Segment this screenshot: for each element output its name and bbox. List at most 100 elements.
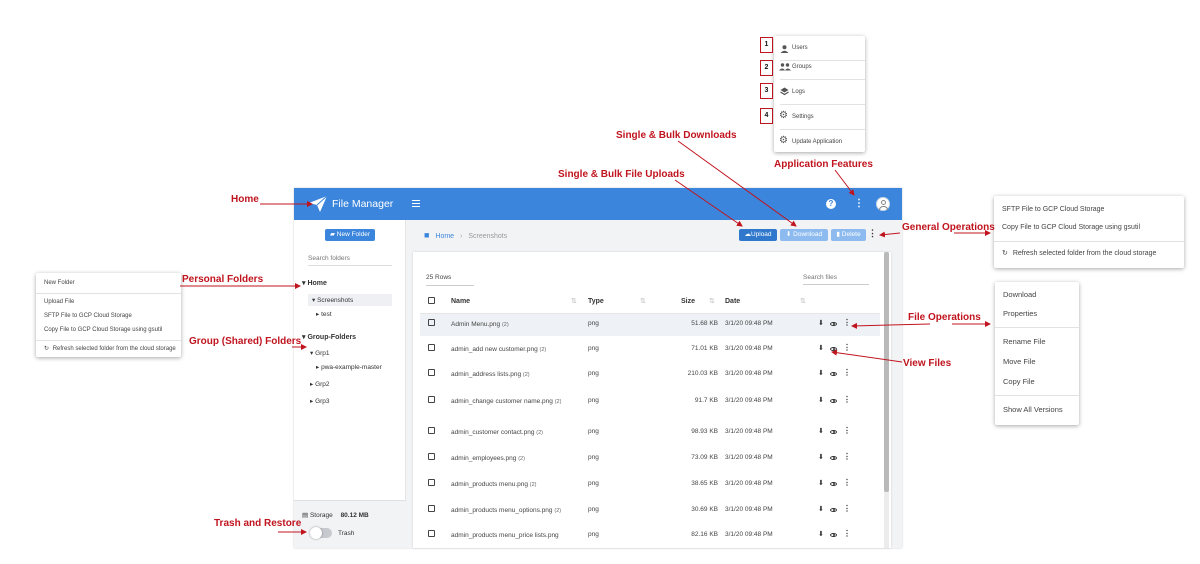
sort-icon[interactable]: ⇅: [571, 297, 577, 305]
file-name[interactable]: admin_products menu.png (2): [451, 480, 576, 490]
table-row[interactable]: admin_employees.png (2) png 73.09 KB 3/1/20…: [420, 448, 880, 470]
tree-grp3[interactable]: ▸ Grp3: [310, 397, 330, 405]
file-menu-icon[interactable]: ⋮: [843, 343, 851, 352]
eye-icon[interactable]: [830, 482, 837, 486]
menu-item-copy-gsutil[interactable]: Copy File to GCP Cloud Storage using gsu…: [36, 322, 170, 338]
delete-button[interactable]: ▮ Delete: [831, 229, 866, 241]
eye-icon[interactable]: [830, 508, 837, 512]
row-checkbox[interactable]: [428, 505, 435, 512]
eye-icon[interactable]: [830, 430, 837, 434]
file-name[interactable]: admin_customer contact.png (2): [451, 428, 576, 438]
download-icon[interactable]: ⬇: [818, 396, 824, 404]
file-name[interactable]: admin_products menu_price lists.png: [451, 531, 576, 541]
download-icon[interactable]: ⬇: [818, 369, 824, 377]
table-row[interactable]: admin_change customer name.png (2) png 91.…: [420, 391, 880, 420]
row-checkbox[interactable]: [428, 396, 435, 403]
scrollbar[interactable]: [884, 252, 889, 548]
menu-item-download[interactable]: Download: [995, 287, 1044, 303]
general-operations-menu-icon[interactable]: ⋮: [868, 228, 877, 239]
table-row[interactable]: admin_products menu.png (2) png 38.65 KB 3/…: [420, 474, 880, 496]
tree-grp2[interactable]: ▸ Grp2: [310, 380, 330, 388]
eye-icon[interactable]: [830, 372, 837, 376]
select-all-checkbox[interactable]: [428, 297, 435, 304]
row-checkbox[interactable]: [428, 453, 435, 460]
download-icon[interactable]: ⬇: [818, 530, 824, 538]
menu-item-logs[interactable]: Logs: [774, 84, 865, 102]
menu-item-sftp[interactable]: SFTP File to GCP Cloud Storage: [994, 202, 1112, 218]
file-menu-icon[interactable]: ⋮: [843, 452, 851, 461]
eye-icon[interactable]: [830, 399, 837, 403]
file-menu-icon[interactable]: ⋮: [843, 478, 851, 487]
menu-item-copy-file[interactable]: Copy File: [995, 374, 1043, 390]
column-date[interactable]: Date: [725, 298, 740, 305]
tree-home[interactable]: ▾ Home: [302, 279, 327, 287]
download-icon[interactable]: ⬇: [818, 505, 824, 513]
app-features-menu-icon[interactable]: ⋮: [854, 197, 864, 211]
file-name[interactable]: admin_address lists.png (2): [451, 370, 576, 380]
file-name[interactable]: Admin Menu.png (2): [451, 320, 576, 330]
download-icon[interactable]: ⬇: [818, 427, 824, 435]
file-menu-icon[interactable]: ⋮: [843, 368, 851, 377]
row-checkbox[interactable]: [428, 344, 435, 351]
file-menu-icon[interactable]: ⋮: [843, 426, 851, 435]
eye-icon[interactable]: [830, 456, 837, 460]
row-checkbox[interactable]: [428, 479, 435, 486]
file-menu-icon[interactable]: ⋮: [843, 395, 851, 404]
download-icon[interactable]: ⬇: [818, 344, 824, 352]
tree-grp1[interactable]: ▾ Grp1: [310, 349, 330, 357]
table-row[interactable]: admin_products menu_options.png (2) png 30…: [420, 500, 880, 522]
breadcrumb-home[interactable]: Home: [435, 233, 454, 240]
menu-item-copy-gsutil[interactable]: Copy File to GCP Cloud Storage using gsu…: [994, 220, 1148, 236]
menu-item-properties[interactable]: Properties: [995, 306, 1045, 322]
file-name[interactable]: admin_employees.png (2): [451, 454, 576, 464]
download-icon[interactable]: ⬇: [818, 453, 824, 461]
file-menu-icon[interactable]: ⋮: [843, 529, 851, 538]
menu-item-refresh[interactable]: ↻ Refresh selected folder from the cloud…: [36, 341, 176, 357]
eye-icon[interactable]: [830, 533, 837, 537]
help-icon[interactable]: ?: [826, 199, 836, 209]
file-name[interactable]: admin_products menu_options.png (2): [451, 506, 576, 516]
sort-icon[interactable]: ⇅: [709, 297, 715, 305]
menu-item-settings[interactable]: ⚙ Settings: [774, 109, 865, 127]
tree-pwa-example-master[interactable]: ▸ pwa-example-master: [316, 363, 382, 371]
row-checkbox[interactable]: [428, 319, 435, 326]
menu-item-rename-file[interactable]: Rename File: [995, 334, 1054, 350]
hamburger-menu-icon[interactable]: [412, 200, 420, 207]
row-checkbox[interactable]: [428, 530, 435, 537]
tree-screenshots[interactable]: ▾ Screenshots: [312, 296, 353, 304]
menu-item-users[interactable]: Users: [774, 40, 865, 58]
table-row[interactable]: admin_address lists.png (2) png 210.03 KB 3…: [420, 364, 880, 386]
download-button[interactable]: ⬇ Download: [780, 229, 828, 241]
file-menu-icon[interactable]: ⋮: [843, 504, 851, 513]
menu-item-groups[interactable]: Groups: [774, 59, 865, 77]
file-name[interactable]: admin_change customer name.png (2): [451, 397, 576, 407]
column-type[interactable]: Type: [588, 298, 604, 305]
tree-test[interactable]: ▸ test: [316, 310, 332, 318]
menu-item-update-application[interactable]: ⚙ Update Application: [774, 134, 865, 152]
table-row[interactable]: Admin Menu.png (2) png 51.68 KB 3/1/20 09:4…: [420, 314, 880, 336]
menu-item-new-folder[interactable]: New Folder: [36, 275, 83, 291]
tree-group-folders[interactable]: ▾ Group-Folders: [302, 333, 356, 341]
eye-icon[interactable]: [830, 347, 837, 351]
menu-item-refresh[interactable]: ↻ Refresh selected folder from the cloud…: [994, 246, 1156, 262]
menu-item-show-all-versions[interactable]: Show All Versions: [995, 402, 1071, 418]
column-name[interactable]: Name: [451, 298, 470, 305]
menu-item-move-file[interactable]: Move File: [995, 354, 1044, 370]
download-icon[interactable]: ⬇: [818, 479, 824, 487]
table-row[interactable]: admin_products menu_price lists.png png 8…: [420, 525, 880, 547]
file-name[interactable]: admin_add new customer.png (2): [451, 345, 576, 355]
table-row[interactable]: admin_customer contact.png (2) png 98.93 K…: [420, 422, 880, 444]
eye-icon[interactable]: [830, 322, 837, 326]
upload-button[interactable]: ☁Upload: [739, 229, 777, 241]
table-row[interactable]: admin_add new customer.png (2) png 71.01 K…: [420, 339, 880, 361]
sort-icon[interactable]: ⇅: [800, 297, 806, 305]
download-icon[interactable]: ⬇: [818, 319, 824, 327]
new-folder-button[interactable]: ▰ New Folder: [325, 229, 375, 241]
row-checkbox[interactable]: [428, 427, 435, 434]
row-checkbox[interactable]: [428, 369, 435, 376]
trash-toggle[interactable]: [310, 527, 332, 539]
column-size[interactable]: Size: [681, 298, 695, 305]
avatar[interactable]: [876, 197, 890, 211]
search-folders-input[interactable]: [308, 252, 392, 266]
search-files-input[interactable]: [803, 271, 869, 285]
